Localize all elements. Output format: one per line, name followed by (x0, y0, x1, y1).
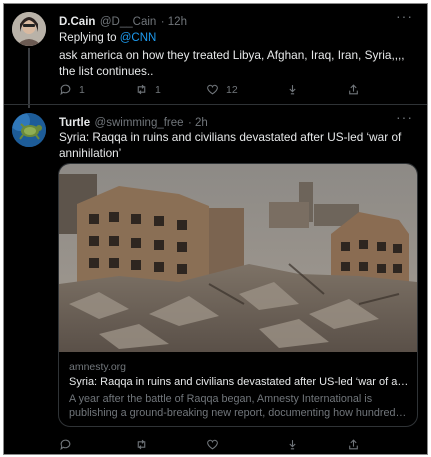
tweet-text: Syria: Raqqa in ruins and civilians deva… (59, 130, 402, 160)
action-bar (59, 438, 399, 454)
link-card[interactable]: amnesty.org Syria: Raqqa in ruins and ci… (58, 163, 418, 427)
download-icon (289, 440, 296, 450)
timestamp[interactable]: · 12h (161, 16, 187, 28)
avatar[interactable] (12, 12, 46, 46)
share-icon (349, 439, 358, 450)
timestamp[interactable]: · 2h (188, 117, 208, 129)
replying-to: Replying to @CNN (59, 30, 409, 46)
card-title[interactable]: Syria: Raqqa in ruins and civilians deva… (69, 376, 409, 388)
share-button[interactable] (347, 438, 367, 451)
handle[interactable]: @D__Cain (100, 16, 156, 28)
card-description: A year after the battle of Raqqa began, … (69, 392, 409, 420)
download-icon (289, 85, 296, 95)
reply-button[interactable] (59, 438, 79, 451)
display-name[interactable]: D.Cain (59, 16, 95, 28)
card-description-line: publishing a ground-breaking new report,… (69, 407, 409, 419)
like-icon (207, 439, 218, 450)
tweet-header: D.Cain @D__Cain · 12h (59, 12, 187, 30)
retweet-button[interactable]: 1 (135, 83, 161, 96)
handle[interactable]: @swimming_free (95, 117, 184, 129)
replying-prefix: Replying to (59, 32, 120, 44)
mention-link[interactable]: @CNN (120, 32, 157, 44)
timeline-frame: D.Cain @D__Cain · 12h ··· Replying to @C… (3, 3, 428, 455)
reply-tweet[interactable]: D.Cain @D__Cain · 12h ··· Replying to @C… (4, 4, 427, 108)
more-icon[interactable]: ··· (396, 8, 413, 24)
article-image[interactable] (59, 164, 417, 352)
card-domain: amnesty.org (69, 361, 126, 373)
reply-icon (60, 439, 71, 451)
retweet-count: 1 (155, 83, 161, 96)
retweet-icon (137, 439, 146, 450)
reply-count: 1 (79, 83, 85, 96)
reply-icon (60, 84, 71, 96)
share-icon (349, 84, 358, 95)
retweet-button[interactable] (135, 438, 155, 451)
retweet-icon (137, 84, 146, 95)
action-bar: 1 1 12 (59, 83, 399, 99)
download-button[interactable] (286, 438, 306, 451)
thread-line (28, 48, 30, 108)
more-icon[interactable]: ··· (396, 109, 413, 125)
avatar[interactable] (12, 113, 46, 147)
share-button[interactable] (347, 83, 367, 96)
tweet-text: ask america on how they treated Libya, A… (59, 48, 405, 78)
display-name[interactable]: Turtle (59, 117, 90, 129)
like-count: 12 (226, 83, 238, 96)
card-description-line: A year after the battle of Raqqa began, … (69, 393, 373, 405)
like-button[interactable]: 12 (206, 83, 238, 96)
reply-button[interactable]: 1 (59, 83, 85, 96)
download-button[interactable] (286, 83, 306, 96)
like-icon (207, 84, 218, 95)
like-button[interactable] (206, 438, 226, 451)
